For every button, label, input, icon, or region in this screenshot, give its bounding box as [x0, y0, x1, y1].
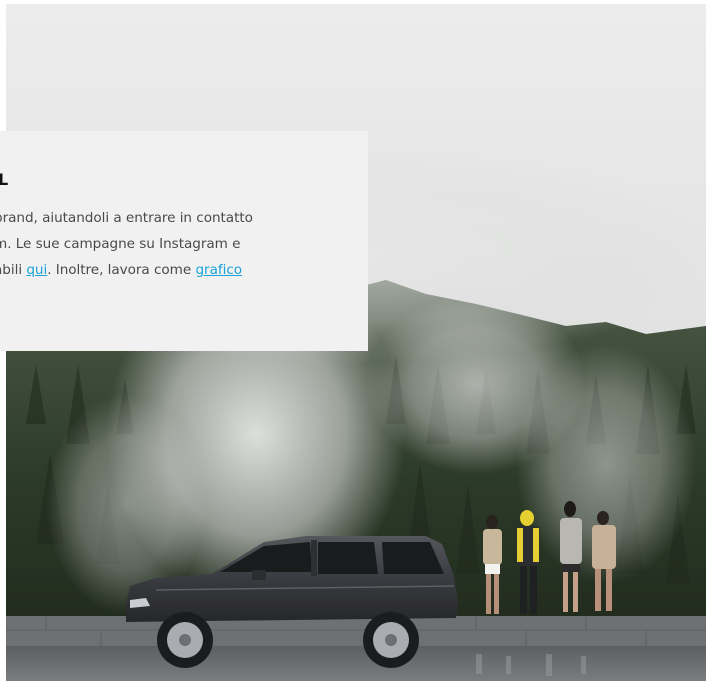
- card-text-fragment: abili: [0, 262, 23, 278]
- grafico-link[interactable]: grafico: [195, 262, 242, 278]
- qui-link[interactable]: qui: [26, 262, 47, 278]
- card-text-line: m. Le sue campagne su Instagram e: [0, 236, 241, 252]
- card-text-fragment: . Inoltre, lavora come: [47, 262, 196, 278]
- card-text-line: abili qui. Inoltre, lavora come grafico: [0, 262, 242, 278]
- card-text-line: brand, aiutandoli a entrare in contatto: [0, 210, 253, 226]
- info-card: L brand, aiutandoli a entrare in contatt…: [0, 131, 368, 351]
- card-title: L: [0, 170, 9, 189]
- page: L brand, aiutandoli a entrare in contatt…: [0, 0, 706, 681]
